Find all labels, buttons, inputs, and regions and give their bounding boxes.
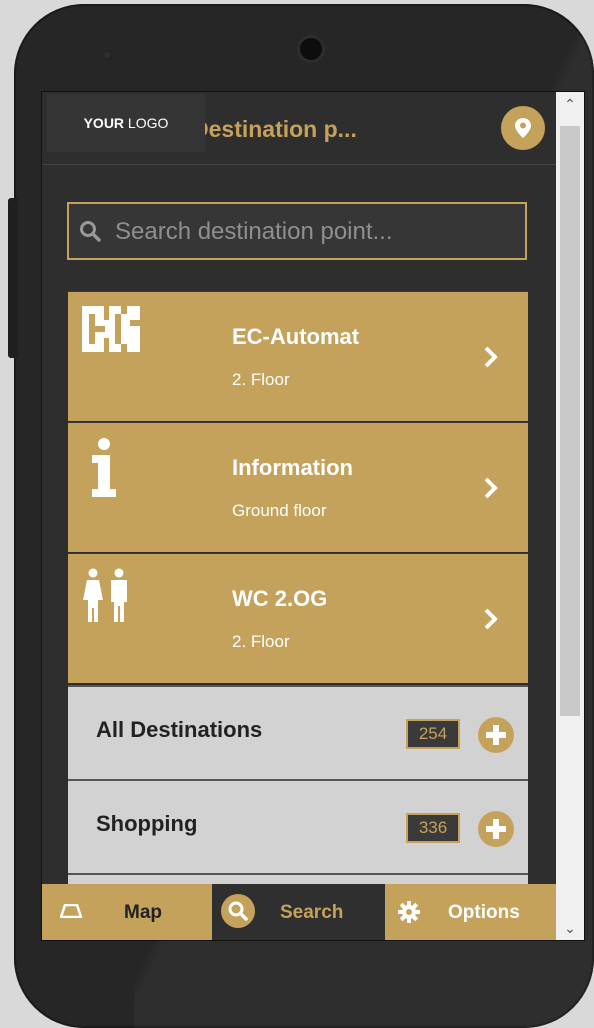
logo: YOUR LOGO	[47, 94, 205, 152]
destination-floor: Ground floor	[232, 501, 327, 520]
ec-automat-icon	[82, 306, 140, 352]
category-count-badge: 336	[406, 813, 460, 843]
search-circle-icon	[221, 894, 255, 928]
category-shopping[interactable]: Shopping 336	[68, 779, 528, 873]
nav-map-label: Map	[124, 902, 162, 923]
chevron-right-icon	[484, 608, 498, 630]
page-title: Destination p...	[192, 116, 357, 142]
plus-circle-icon[interactable]	[478, 811, 514, 847]
phone-side-button	[8, 198, 18, 358]
logo-rest-text: LOGO	[124, 115, 169, 131]
category-label: Shopping	[96, 811, 198, 836]
logo-strong-text: YOUR	[83, 115, 125, 131]
phone-speaker	[102, 50, 112, 60]
nav-map-button[interactable]: Map	[42, 884, 212, 940]
destination-floor: 2. Floor	[232, 632, 290, 651]
gear-icon	[398, 901, 420, 923]
destination-card-information[interactable]: Information Ground floor	[68, 422, 528, 552]
map-icon	[60, 904, 82, 918]
chevron-right-icon	[484, 346, 498, 368]
scroll-up-arrow-icon[interactable]: ⌃	[556, 92, 584, 116]
category-count-badge: 254	[406, 719, 460, 749]
destination-card-wc[interactable]: WC 2.OG 2. Floor	[68, 553, 528, 683]
destination-card-ec-automat[interactable]: EC-Automat 2. Floor	[68, 291, 528, 421]
plus-circle-icon[interactable]	[478, 717, 514, 753]
nav-search-button[interactable]: Search	[212, 884, 385, 940]
destination-floor: 2. Floor	[232, 370, 290, 389]
category-label: All Destinations	[96, 717, 263, 742]
nav-search-label: Search	[280, 902, 344, 923]
nav-options-button[interactable]: Options	[385, 884, 556, 940]
location-pin-button[interactable]	[501, 106, 545, 150]
scrollbar-thumb[interactable]	[560, 126, 580, 716]
chevron-right-icon	[484, 477, 498, 499]
app-header: Destination p... YOUR LOGO	[42, 92, 556, 165]
restroom-icon	[83, 568, 127, 622]
search-box	[67, 202, 527, 260]
information-icon	[92, 438, 116, 497]
scrollbar[interactable]: ⌃ ⌄	[556, 92, 584, 940]
search-icon	[80, 221, 101, 242]
destination-title: EC-Automat	[232, 324, 360, 349]
app-screen: Destination p... YOUR LOGO EC-A	[41, 91, 585, 941]
destination-title: Information	[232, 455, 353, 480]
bottom-nav: Map Search Options	[42, 884, 556, 940]
category-all-destinations[interactable]: All Destinations 254	[68, 685, 528, 779]
phone-camera	[300, 38, 322, 60]
map-pin-icon	[515, 118, 531, 138]
destination-title: WC 2.OG	[232, 586, 328, 611]
scroll-down-arrow-icon[interactable]: ⌄	[556, 916, 584, 940]
search-input[interactable]	[113, 204, 517, 260]
nav-options-label: Options	[448, 902, 520, 923]
